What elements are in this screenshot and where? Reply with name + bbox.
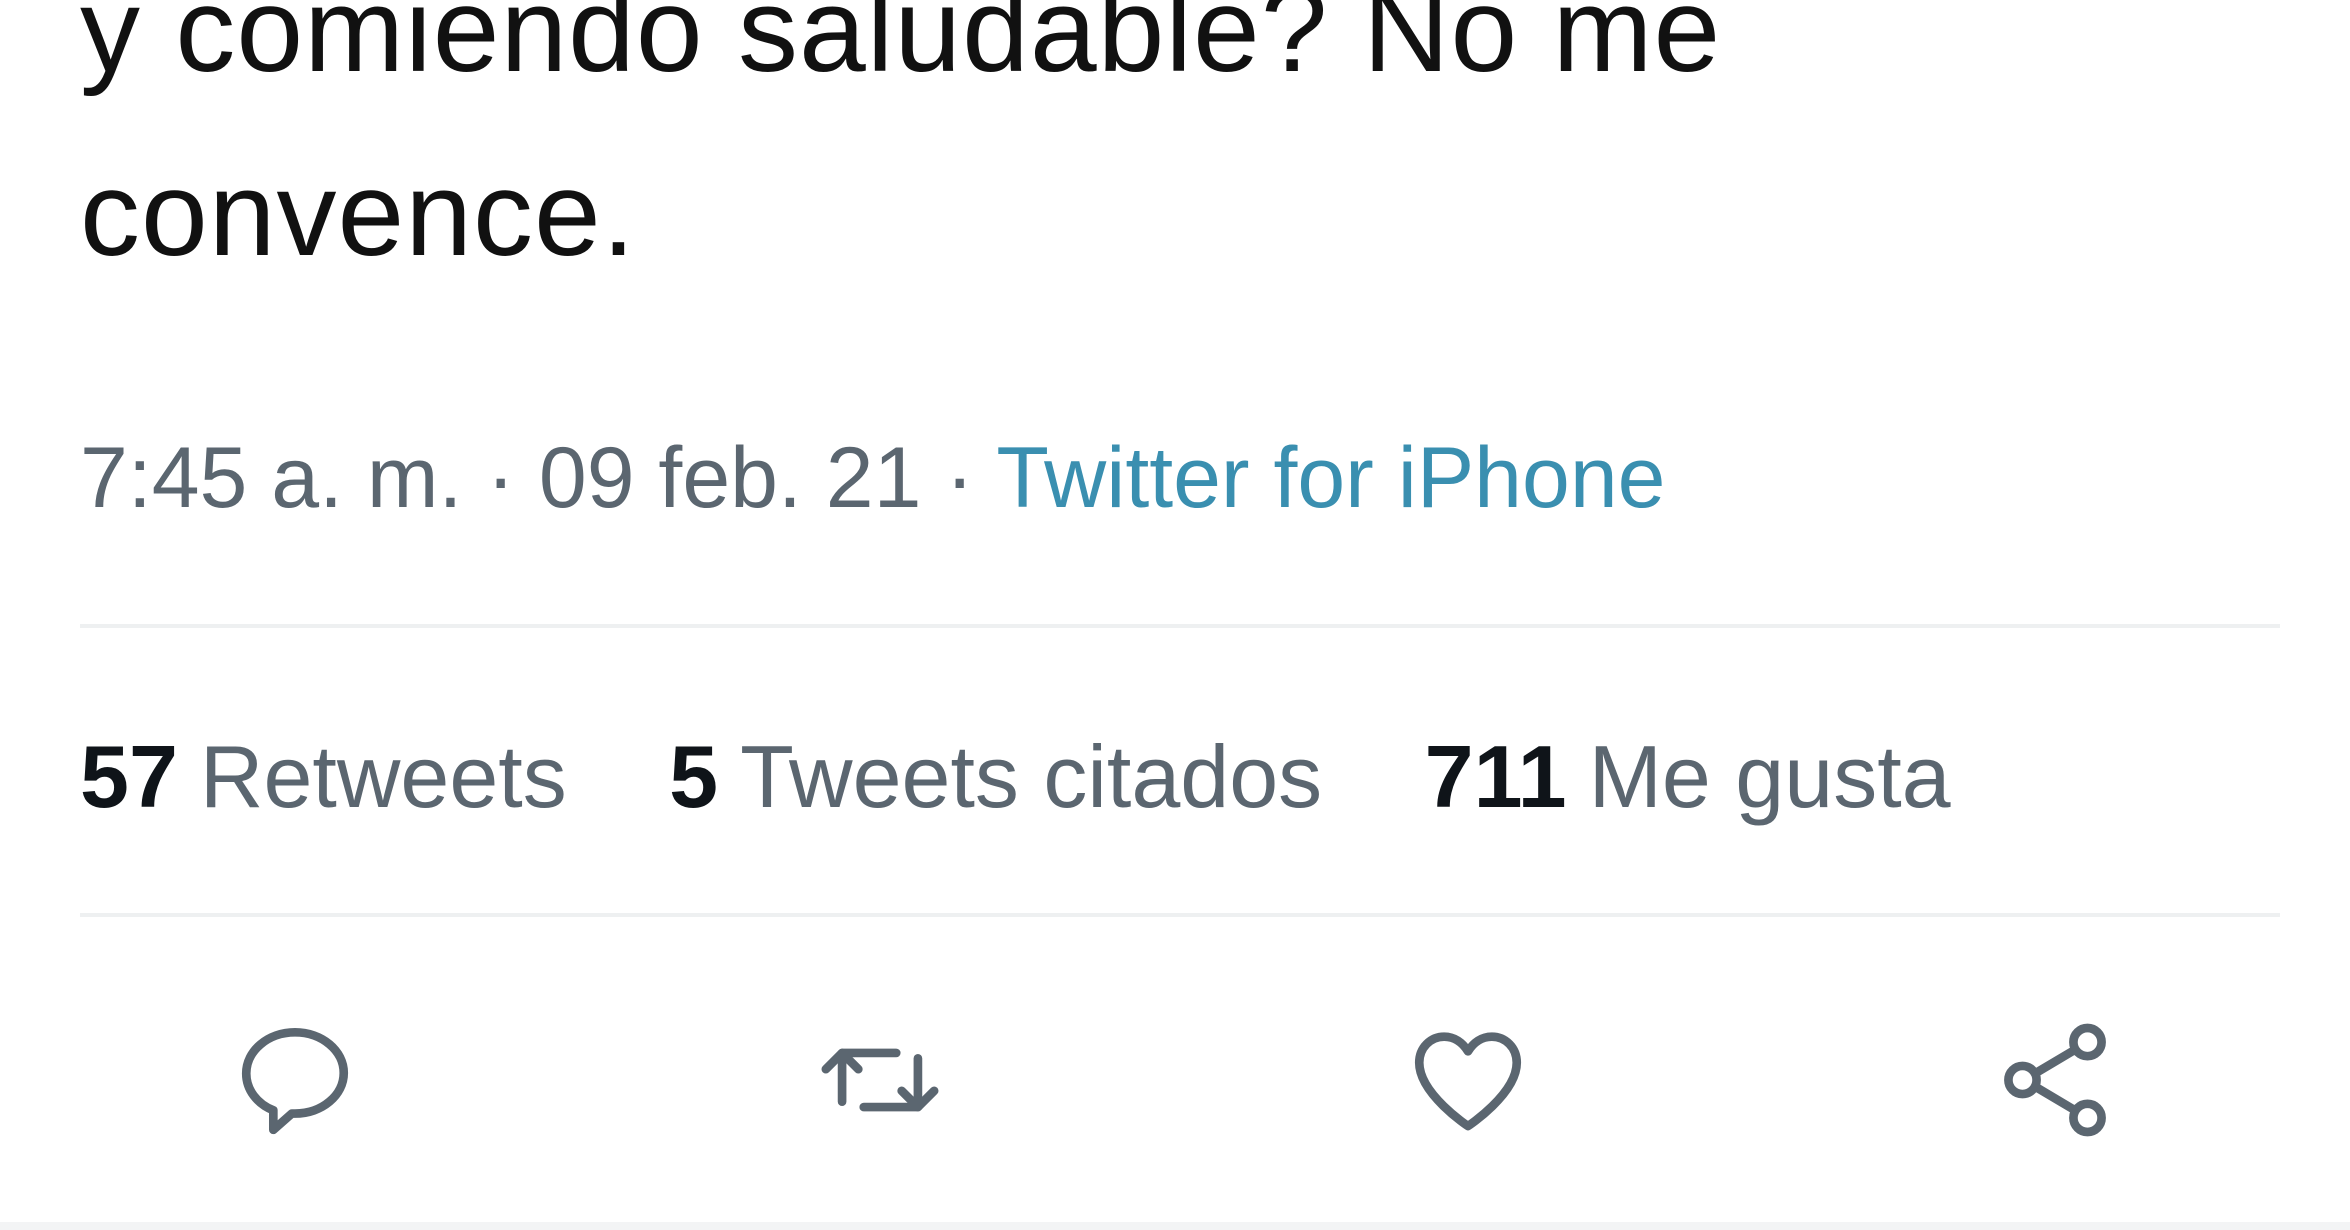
reply-button[interactable] [215,1000,375,1160]
likes-stat[interactable]: 711 Me gusta [1425,722,1951,832]
share-icon [2004,1023,2106,1137]
tweet-text-line: convence. [80,147,637,281]
likes-count: 711 [1424,727,1567,826]
tweet-date: 09 feb. 21 [538,430,922,526]
quote-tweets-label: Tweets citados [740,727,1323,826]
like-button[interactable] [1388,1000,1548,1160]
retweet-button[interactable] [800,1000,960,1160]
tweet-source-link[interactable]: Twitter for iPhone [996,430,1665,526]
retweets-label: Retweets [199,727,567,826]
likes-label: Me gusta [1588,727,1951,826]
meta-separator: · [462,430,539,526]
quote-tweets-count: 5 [669,727,719,826]
retweets-stat[interactable]: 57 Retweets [80,722,567,832]
quote-tweets-stat[interactable]: 5 Tweets citados [669,722,1322,832]
meta-separator: · [921,430,997,526]
share-button[interactable] [1975,1000,2135,1160]
heart-icon [1414,1032,1522,1131]
divider [0,1222,2350,1230]
tweet-time: 7:45 a. m. [80,430,463,526]
tweet-action-bar [0,1000,2350,1160]
retweets-count: 57 [80,727,178,826]
reply-icon [241,1028,349,1135]
tweet-text: y comiendo saludable? No me convence. [80,0,2280,306]
retweet-icon [821,1048,939,1112]
tweet-detail: y comiendo saludable? No me convence. 7:… [0,0,2350,1230]
tweet-text-line: y comiendo saludable? No me [80,0,1722,97]
engagement-stats: 57 Retweets 5 Tweets citados 711 Me gusta [80,722,2029,832]
divider [80,624,2280,628]
tweet-metadata: 7:45 a. m. · 09 feb. 21 · Twitter for iP… [80,428,1666,528]
divider [80,913,2280,917]
